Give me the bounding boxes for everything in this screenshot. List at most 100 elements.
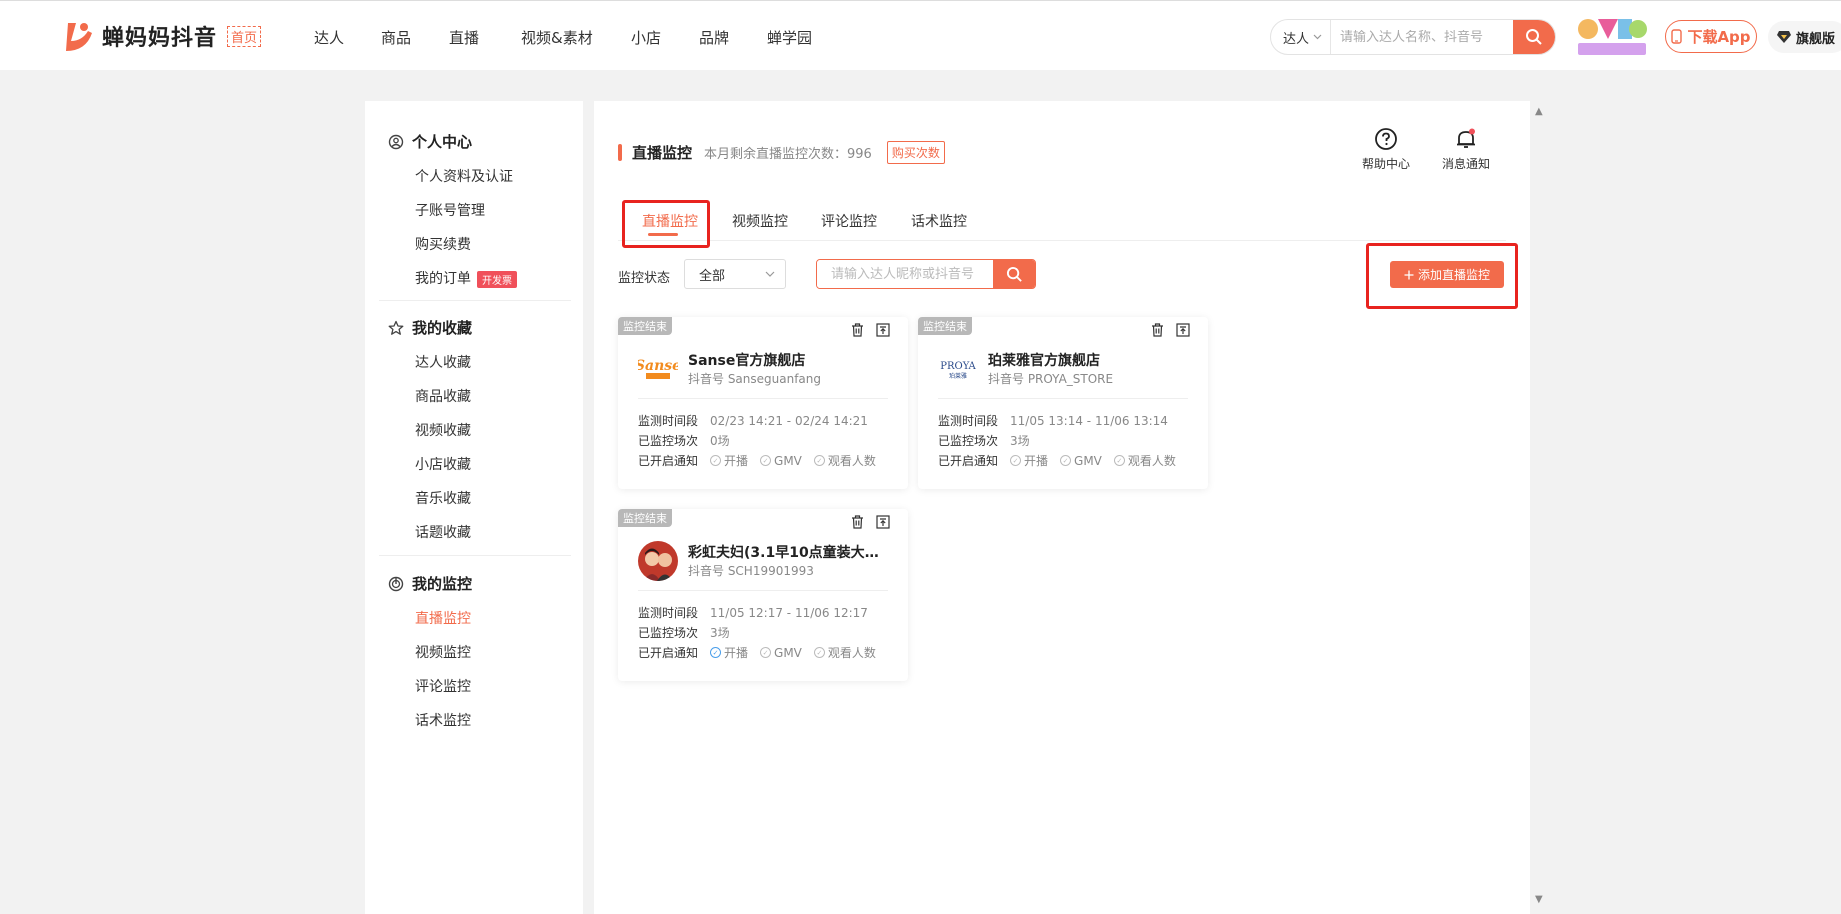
nav-academy[interactable]: 蝉学园 xyxy=(767,27,812,48)
sidebar-item-live-monitor[interactable]: 直播监控 xyxy=(415,608,471,628)
tab-video-monitor[interactable]: 视频监控 xyxy=(732,211,788,231)
header-search-button[interactable] xyxy=(1513,20,1555,54)
sidebar-item-profile[interactable]: 个人资料及认证 xyxy=(415,166,513,186)
check-circle-icon: ✓ xyxy=(760,647,772,658)
search-icon xyxy=(1006,266,1022,282)
card-name[interactable]: 彩虹夫妇(3.1早10点童装大破… xyxy=(688,542,888,562)
nav-shop[interactable]: 小店 xyxy=(631,27,661,48)
sanse-logo: Sanse xyxy=(638,349,678,389)
nav-live[interactable]: 直播 xyxy=(449,27,479,48)
chevron-down-icon xyxy=(765,271,775,277)
notify-live-start: ✓ 开播 xyxy=(710,452,748,469)
check-circle-icon: ✓ xyxy=(1113,455,1125,466)
flagship-badge[interactable]: 旗舰版 xyxy=(1768,21,1841,53)
header-search-input[interactable] xyxy=(1331,29,1513,45)
sidebar-item-script-monitor[interactable]: 话术监控 xyxy=(415,710,471,730)
sidebar-item-video-monitor[interactable]: 视频监控 xyxy=(415,642,471,662)
monitor-search-input[interactable] xyxy=(817,260,993,288)
pin-top-icon[interactable] xyxy=(1176,323,1190,337)
nav-video[interactable]: 视频&素材 xyxy=(521,27,593,48)
sidebar-section-title: 我的监控 xyxy=(412,575,473,593)
monitor-card[interactable]: 监控结束 彩虹夫妇(3.1早10点童装大破… 抖音号 SCH19901993 监… xyxy=(618,509,908,681)
notify-live-start: ✓ 开播 xyxy=(1010,452,1048,469)
trash-icon[interactable] xyxy=(1151,323,1164,337)
card-divider xyxy=(638,590,888,591)
sidebar-item-fav-goods[interactable]: 商品收藏 xyxy=(415,386,471,406)
sidebar-item-comment-monitor[interactable]: 评论监控 xyxy=(415,676,471,696)
help-center-button[interactable]: 帮助中心 xyxy=(1362,127,1410,172)
card-row-count: 已监控场次 3场 xyxy=(638,624,730,641)
monitor-card[interactable]: 监控结束 Sanse Sanse官方旗舰店 抖音号 Sanseguanfang … xyxy=(618,317,908,489)
card-row-period: 监测时间段 02/23 14:21 - 02/24 14:21 xyxy=(638,412,868,429)
proya-logo: PROYA 珀莱雅 xyxy=(938,349,978,389)
nav-talent[interactable]: 达人 xyxy=(314,27,344,48)
phone-icon xyxy=(1671,29,1683,44)
check-circle-icon: ✓ xyxy=(710,647,721,658)
tab-comment-monitor[interactable]: 评论监控 xyxy=(821,211,877,231)
proya-logo-text: PROYA xyxy=(940,361,976,372)
pin-top-icon[interactable] xyxy=(876,515,890,529)
sidebar-item-orders[interactable]: 我的订单 开发票 xyxy=(415,268,517,288)
card-row-notify: 已开启通知 ✓ 开播 ✓ GMV ✓ 观看人数 xyxy=(638,452,876,469)
sidebar-item-label: 我的订单 xyxy=(415,271,471,287)
title-accent-bar xyxy=(618,144,622,161)
highlight-box-add xyxy=(1366,243,1518,309)
search-category-select[interactable]: 达人 xyxy=(1271,20,1331,54)
gmg-annual-conference-icon[interactable] xyxy=(1576,15,1648,57)
notification-button[interactable]: 消息通知 xyxy=(1442,127,1490,172)
trash-icon[interactable] xyxy=(851,515,864,529)
sidebar-divider xyxy=(379,555,571,556)
pin-top-icon[interactable] xyxy=(876,323,890,337)
card-actions xyxy=(851,515,890,529)
main-panel: 直播监控 本月剩余直播监控次数：996 购买次数 帮助中心 消息通知 直播监控 … xyxy=(594,101,1530,914)
monitor-card[interactable]: 监控结束 PROYA 珀莱雅 珀莱雅官方旗舰店 抖音号 PROYA_STORE 监… xyxy=(918,317,1208,489)
monitor-period: 11/05 13:14 - 11/06 13:14 xyxy=(1010,413,1168,428)
sidebar-item-fav-music[interactable]: 音乐收藏 xyxy=(415,488,471,508)
home-link[interactable]: 首页 xyxy=(227,25,262,47)
row-label: 已开启通知 xyxy=(638,646,699,660)
notify-viewers: ✓ 观看人数 xyxy=(813,452,876,469)
sidebar-item-renew[interactable]: 购买续费 xyxy=(415,234,471,254)
sidebar-item-fav-video[interactable]: 视频收藏 xyxy=(415,420,471,440)
card-actions xyxy=(1151,323,1190,337)
sidebar-item-subaccount[interactable]: 子账号管理 xyxy=(415,200,485,220)
card-name[interactable]: Sanse官方旗舰店 xyxy=(688,350,888,370)
sidebar-item-fav-shop[interactable]: 小店收藏 xyxy=(415,454,471,474)
invoice-badge[interactable]: 开发票 xyxy=(477,270,517,288)
card-actions xyxy=(851,323,890,337)
status-select[interactable]: 全部 xyxy=(684,259,786,289)
nav-brand[interactable]: 品牌 xyxy=(699,27,729,48)
monitor-period: 02/23 14:21 - 02/24 14:21 xyxy=(710,413,868,428)
scroll-down-icon[interactable]: ▼ xyxy=(1535,894,1543,905)
tab-script-monitor[interactable]: 话术监控 xyxy=(911,211,967,231)
sidebar-item-fav-topic[interactable]: 话题收藏 xyxy=(415,522,471,542)
status-badge: 监控结束 xyxy=(918,317,972,335)
card-name[interactable]: 珀莱雅官方旗舰店 xyxy=(988,350,1188,370)
notification-label: 消息通知 xyxy=(1442,157,1491,171)
highlight-box-tab xyxy=(622,200,710,248)
scroll-up-icon[interactable]: ▲ xyxy=(1535,106,1543,117)
download-app-button[interactable]: 下载App xyxy=(1665,20,1757,53)
notify-gmv: ✓ GMV xyxy=(1060,454,1102,468)
search-icon xyxy=(1526,29,1542,45)
diamond-icon xyxy=(1777,31,1791,43)
monitor-count: 3场 xyxy=(710,626,730,640)
nav-goods[interactable]: 商品 xyxy=(381,27,411,48)
check-circle-icon: ✓ xyxy=(1060,455,1072,466)
card-row-notify: 已开启通知 ✓ 开播 ✓ GMV ✓ 观看人数 xyxy=(638,644,876,661)
flagship-label: 旗舰版 xyxy=(1796,31,1836,47)
trash-icon[interactable] xyxy=(851,323,864,337)
monitor-search-button[interactable] xyxy=(993,260,1035,288)
row-label: 已开启通知 xyxy=(638,454,699,468)
remaining-count: 本月剩余直播监控次数：996 xyxy=(704,147,872,162)
check-circle-icon: ✓ xyxy=(813,647,825,658)
check-circle-icon: ✓ xyxy=(710,455,721,466)
bell-icon xyxy=(1457,128,1475,148)
header-search: 达人 xyxy=(1270,19,1556,55)
sidebar-section-favorites: 我的收藏 xyxy=(388,317,472,338)
logo[interactable]: 蝉妈妈抖音 首页 xyxy=(62,19,262,53)
card-divider xyxy=(638,398,888,399)
buy-times-button[interactable]: 购买次数 xyxy=(886,141,945,164)
sidebar-item-fav-talent[interactable]: 达人收藏 xyxy=(415,352,471,372)
notify-viewers: ✓ 观看人数 xyxy=(813,644,876,661)
